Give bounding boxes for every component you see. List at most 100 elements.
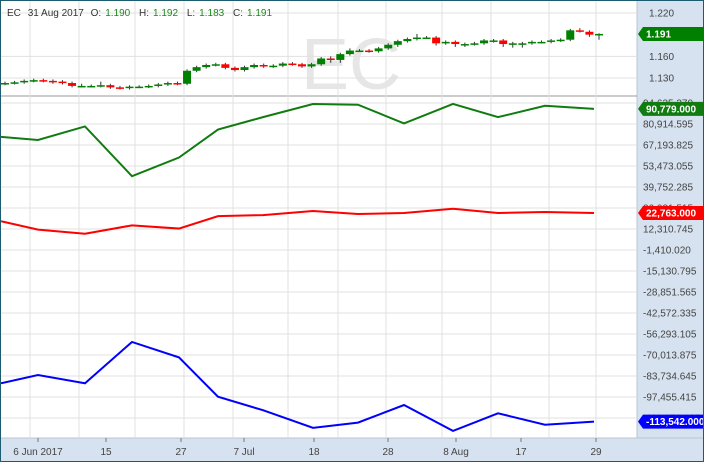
candle-body bbox=[259, 64, 268, 67]
candle-body bbox=[317, 58, 326, 65]
candle-body bbox=[460, 44, 469, 46]
candle-body bbox=[499, 40, 508, 45]
legend-open-label: O: bbox=[90, 8, 102, 19]
time-tick-label: 18 bbox=[308, 447, 320, 458]
candle-body bbox=[288, 63, 297, 66]
indicator-tick-label: -97,455.415 bbox=[643, 392, 697, 403]
candle-body bbox=[575, 30, 584, 32]
time-tick-label: 29 bbox=[590, 447, 602, 458]
time-tick-label: 7 Jul bbox=[233, 447, 254, 458]
candle-body bbox=[326, 58, 335, 60]
candle-body bbox=[48, 80, 57, 83]
candle-body bbox=[336, 54, 345, 60]
candle-body bbox=[1, 83, 9, 85]
candle-body bbox=[240, 67, 249, 71]
time-tick-label: 15 bbox=[100, 447, 112, 458]
indicator-tick-label: -1,410.020 bbox=[643, 245, 691, 256]
series-line-1 bbox=[1, 207, 595, 235]
ohlc-legend: EC 31 Aug 2017 O: 1.190 H: 1.192 L: 1.183 C… bbox=[7, 8, 278, 19]
time-tick-label: 6 Jun 2017 bbox=[13, 447, 63, 458]
indicator-tick-label: 12,310.745 bbox=[643, 224, 693, 235]
candle-body bbox=[192, 67, 201, 71]
chart-canvas[interactable]: EC1.2201.1601.1301.19194,635.37080,914.5… bbox=[1, 1, 703, 461]
candle-body bbox=[106, 85, 115, 88]
indicator-tick-label: -70,013.875 bbox=[643, 350, 697, 361]
legend-open: 1.190 bbox=[105, 8, 131, 19]
candle-body bbox=[202, 64, 211, 68]
indicator-tick-label: -42,572.335 bbox=[643, 308, 697, 319]
indicator-tick-label: -83,734.645 bbox=[643, 371, 697, 382]
candle-body bbox=[10, 82, 19, 84]
candle-body bbox=[355, 50, 364, 53]
candle-body bbox=[58, 81, 67, 84]
watermark: EC bbox=[301, 25, 401, 105]
candle-body bbox=[125, 86, 134, 89]
indicator-tick-label: 80,914.595 bbox=[643, 120, 693, 131]
candle-body bbox=[403, 38, 412, 42]
time-tick-label: 17 bbox=[515, 447, 527, 458]
candle-body bbox=[269, 65, 278, 68]
candle-body bbox=[39, 80, 48, 82]
legend-high: 1.192 bbox=[153, 8, 179, 19]
indicator-tick-label: 39,752.285 bbox=[643, 182, 693, 193]
last-price-tag-label: 1.191 bbox=[646, 29, 671, 40]
candle-body bbox=[183, 70, 192, 84]
candle-body bbox=[20, 80, 29, 83]
candle-body bbox=[307, 64, 316, 67]
candle-body bbox=[154, 84, 163, 86]
candle-body bbox=[144, 85, 153, 88]
legend-low-label: L: bbox=[186, 8, 196, 19]
candle-body bbox=[432, 37, 441, 44]
candle-body bbox=[556, 39, 565, 42]
time-tick-label: 28 bbox=[382, 447, 394, 458]
candle-body bbox=[163, 83, 172, 85]
legend-close: 1.191 bbox=[246, 8, 273, 19]
candle-body bbox=[96, 85, 105, 87]
indicator-tick-label: 67,193.825 bbox=[643, 140, 693, 151]
candle-body bbox=[298, 64, 306, 67]
legend-date: 31 Aug 2017 bbox=[27, 8, 84, 19]
indicator-tick-label: -56,293.105 bbox=[643, 329, 697, 340]
price-tick-label: 1.130 bbox=[649, 73, 674, 84]
price-tick-label: 1.160 bbox=[649, 52, 674, 63]
candle-body bbox=[518, 43, 527, 45]
candle-body bbox=[230, 67, 239, 71]
candle-body bbox=[29, 80, 38, 82]
indicator-tick-label: 53,473.055 bbox=[643, 161, 693, 172]
candle-body bbox=[470, 43, 479, 45]
candle-body bbox=[68, 83, 77, 86]
indicator-tick-label: -15,130.795 bbox=[643, 266, 697, 277]
legend-low: 1.183 bbox=[199, 8, 225, 19]
candle-body bbox=[393, 41, 402, 45]
candle-body bbox=[566, 30, 575, 40]
candle-body bbox=[87, 85, 96, 88]
time-tick-label: 8 Aug bbox=[443, 447, 469, 458]
candle-body bbox=[135, 86, 144, 89]
candle-body bbox=[250, 64, 259, 68]
candle-body bbox=[537, 41, 546, 44]
candle-body bbox=[547, 40, 556, 42]
candle-body bbox=[441, 41, 450, 44]
legend-close-label: C: bbox=[232, 8, 243, 19]
candle-body bbox=[489, 40, 498, 42]
candle-body bbox=[115, 87, 124, 89]
legend-symbol: EC bbox=[7, 8, 21, 19]
candle-body bbox=[527, 41, 536, 44]
candle-body bbox=[77, 85, 86, 88]
candle-body bbox=[365, 50, 374, 53]
candle-body bbox=[384, 44, 393, 49]
candle-body bbox=[278, 63, 287, 66]
legend-high-label: H: bbox=[139, 8, 150, 19]
candle-body bbox=[221, 64, 230, 68]
candle-body bbox=[422, 37, 431, 40]
candle-body bbox=[211, 64, 220, 66]
candle-body bbox=[345, 50, 354, 55]
candle-body bbox=[374, 48, 383, 52]
candle-body bbox=[480, 40, 489, 44]
chart-window[interactable]: EC1.2201.1601.1301.19194,635.37080,914.5… bbox=[0, 0, 704, 462]
series-0-last-tag-label: 90,779.000 bbox=[646, 104, 696, 115]
candle-body bbox=[508, 43, 517, 45]
indicator-tick-label: -28,851.565 bbox=[643, 287, 697, 298]
time-tick-label: 27 bbox=[175, 447, 187, 458]
candle-body bbox=[173, 83, 182, 85]
